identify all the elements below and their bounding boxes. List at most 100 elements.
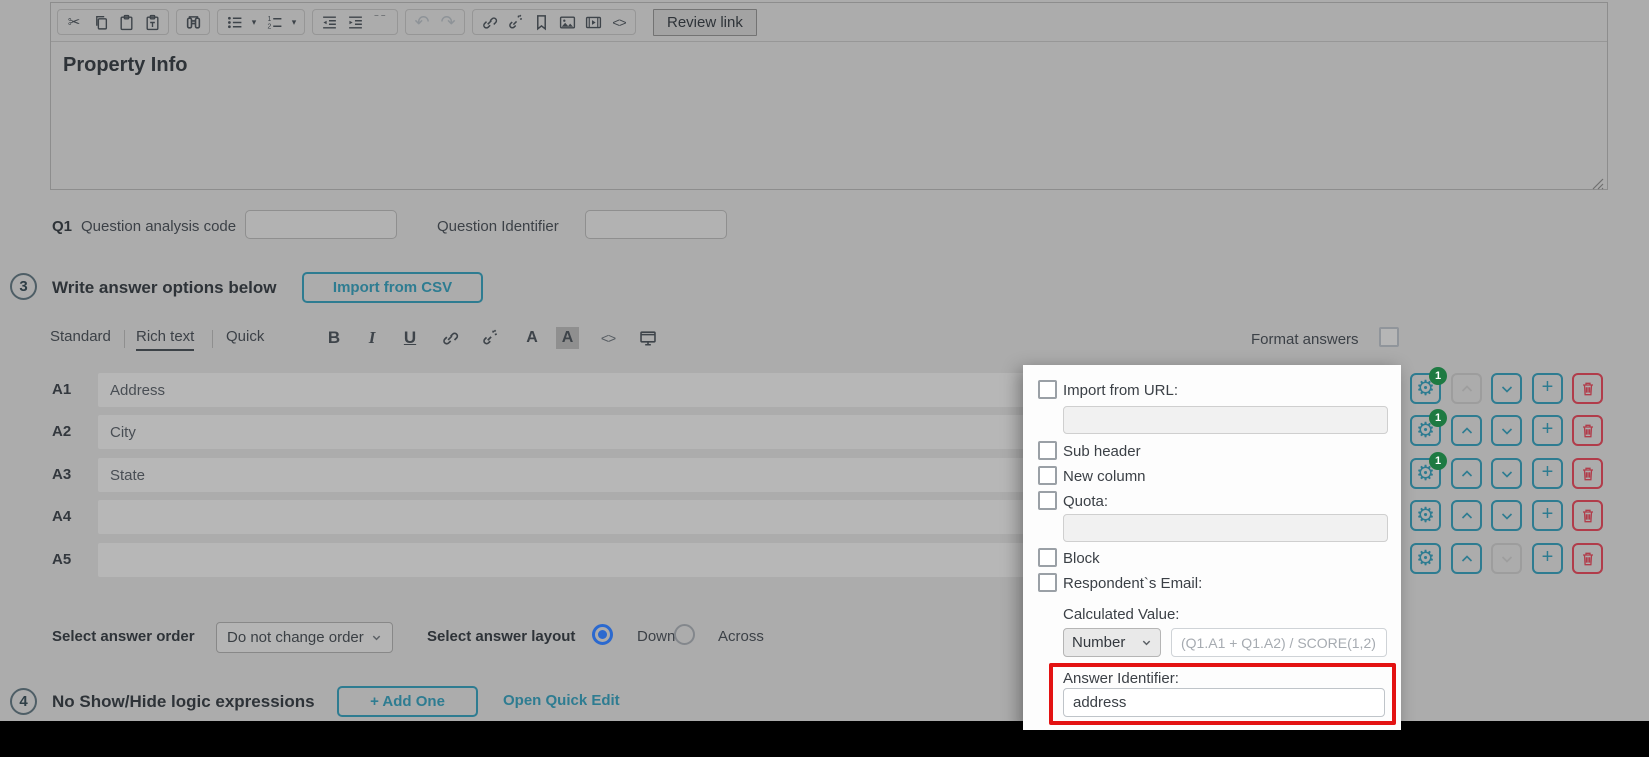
blockquote-icon[interactable]: “	[369, 11, 393, 33]
move-up-button[interactable]	[1451, 500, 1482, 531]
italic-icon[interactable]: I	[360, 326, 384, 349]
sub-header-checkbox[interactable]	[1038, 441, 1057, 460]
paste-text-icon[interactable]	[140, 11, 164, 33]
select-answer-order-label: Select answer order	[52, 628, 195, 645]
tab-rich-text[interactable]: Rich text	[136, 328, 194, 351]
delete-answer-button[interactable]	[1572, 543, 1603, 574]
move-down-button[interactable]	[1491, 415, 1522, 446]
underline-icon[interactable]: U	[398, 326, 422, 349]
numbered-list-caret-icon[interactable]: ▾	[288, 11, 300, 33]
answer-settings-button[interactable]: ⚙1	[1410, 458, 1441, 489]
preview-screen-icon[interactable]	[636, 326, 660, 349]
unlink-icon[interactable]	[503, 11, 527, 33]
tab-standard[interactable]: Standard	[50, 328, 111, 349]
open-quick-edit-link[interactable]: Open Quick Edit	[503, 692, 620, 709]
quota-input[interactable]	[1063, 514, 1388, 542]
numbered-list-icon[interactable]: 12	[262, 11, 286, 33]
calc-formula-input[interactable]	[1171, 628, 1387, 657]
copy-icon[interactable]	[88, 11, 112, 33]
indent-icon[interactable]	[343, 11, 367, 33]
block-label: Block	[1063, 550, 1100, 567]
layout-down-label: Down	[637, 628, 675, 645]
add-logic-button[interactable]: + Add One	[337, 686, 478, 717]
answer-settings-button[interactable]: ⚙	[1410, 500, 1441, 531]
move-down-button[interactable]	[1491, 458, 1522, 489]
layout-down-radio[interactable]	[592, 624, 613, 645]
question-identifier-input[interactable]	[585, 210, 727, 239]
unlink-icon[interactable]	[478, 326, 502, 349]
chevron-down-icon	[371, 632, 382, 643]
gear-icon: ⚙	[1416, 548, 1435, 569]
add-answer-button[interactable]: +	[1532, 458, 1563, 489]
answer-order-select[interactable]: Do not change order	[216, 622, 393, 653]
answer-settings-button[interactable]: ⚙	[1410, 543, 1441, 574]
bookmark-icon[interactable]	[529, 11, 553, 33]
move-down-button	[1491, 543, 1522, 574]
image-icon[interactable]	[555, 11, 579, 33]
cut-icon[interactable]: ✂	[62, 11, 86, 33]
question-number: Q1	[52, 218, 72, 235]
new-column-label: New column	[1063, 468, 1146, 485]
tab-quick[interactable]: Quick	[226, 328, 264, 349]
undo-icon[interactable]: ↶	[410, 11, 434, 33]
move-up-button[interactable]	[1451, 458, 1482, 489]
calc-type-select[interactable]: Number	[1063, 628, 1161, 657]
resize-grip-icon[interactable]	[1592, 177, 1604, 189]
find-replace-icon[interactable]	[181, 11, 205, 33]
sub-header-label: Sub header	[1063, 443, 1141, 460]
answer-row-id: A3	[52, 466, 71, 483]
import-url-input[interactable]	[1063, 406, 1388, 434]
redo-icon[interactable]: ↷	[436, 11, 460, 33]
move-down-button[interactable]	[1491, 373, 1522, 404]
review-link-button[interactable]: Review link	[653, 9, 757, 36]
clipboard-group: ✂	[57, 9, 169, 35]
answer-settings-button[interactable]: ⚙1	[1410, 415, 1441, 446]
link-icon[interactable]	[438, 326, 462, 349]
delete-answer-button[interactable]	[1572, 500, 1603, 531]
new-column-checkbox[interactable]	[1038, 466, 1057, 485]
move-up-button[interactable]	[1451, 415, 1482, 446]
import-from-csv-button[interactable]: Import from CSV	[302, 272, 483, 303]
chevron-down-icon	[1141, 637, 1152, 648]
delete-answer-button[interactable]	[1572, 415, 1603, 446]
tab-separator	[124, 330, 125, 348]
question-rich-text-editor: ✂ ▾	[50, 2, 1608, 190]
import-from-url-label: Import from URL:	[1063, 382, 1178, 399]
add-answer-button[interactable]: +	[1532, 543, 1563, 574]
move-down-button[interactable]	[1491, 500, 1522, 531]
bullet-list-caret-icon[interactable]: ▾	[248, 11, 260, 33]
add-answer-button[interactable]: +	[1532, 500, 1563, 531]
respondents-email-checkbox[interactable]	[1038, 573, 1057, 592]
code-icon[interactable]: <>	[596, 326, 620, 349]
link-icon[interactable]	[477, 11, 501, 33]
import-from-url-checkbox[interactable]	[1038, 380, 1057, 399]
background-color-icon[interactable]: A	[556, 327, 579, 349]
answer-identifier-input[interactable]	[1063, 688, 1385, 717]
format-answers-checkbox[interactable]	[1379, 327, 1399, 347]
question-text: Property Info	[63, 54, 187, 77]
font-color-icon[interactable]: A	[520, 326, 544, 349]
media-icon[interactable]	[581, 11, 605, 33]
layout-across-radio[interactable]	[674, 624, 695, 645]
move-up-button[interactable]	[1451, 543, 1482, 574]
answer-options-popup: Import from URL: Sub header New column Q…	[1023, 365, 1401, 730]
paste-icon[interactable]	[114, 11, 138, 33]
source-code-icon[interactable]: <>	[607, 11, 631, 33]
bullet-list-icon[interactable]	[222, 11, 246, 33]
outdent-icon[interactable]	[317, 11, 341, 33]
block-checkbox[interactable]	[1038, 548, 1057, 567]
write-answers-title: Write answer options below	[52, 278, 277, 298]
answer-row-id: A5	[52, 551, 71, 568]
quota-checkbox[interactable]	[1038, 491, 1057, 510]
add-answer-button[interactable]: +	[1532, 415, 1563, 446]
bold-icon[interactable]: B	[322, 326, 346, 349]
answer-settings-button[interactable]: ⚙1	[1410, 373, 1441, 404]
step-4-badge: 4	[10, 688, 37, 715]
delete-answer-button[interactable]	[1572, 373, 1603, 404]
add-answer-button[interactable]: +	[1532, 373, 1563, 404]
delete-answer-button[interactable]	[1572, 458, 1603, 489]
question-text-area[interactable]: Property Info	[51, 42, 1607, 192]
answer-row-id: A4	[52, 508, 71, 525]
undo-group: ↶ ↷	[405, 9, 465, 35]
analysis-code-input[interactable]	[245, 210, 397, 239]
